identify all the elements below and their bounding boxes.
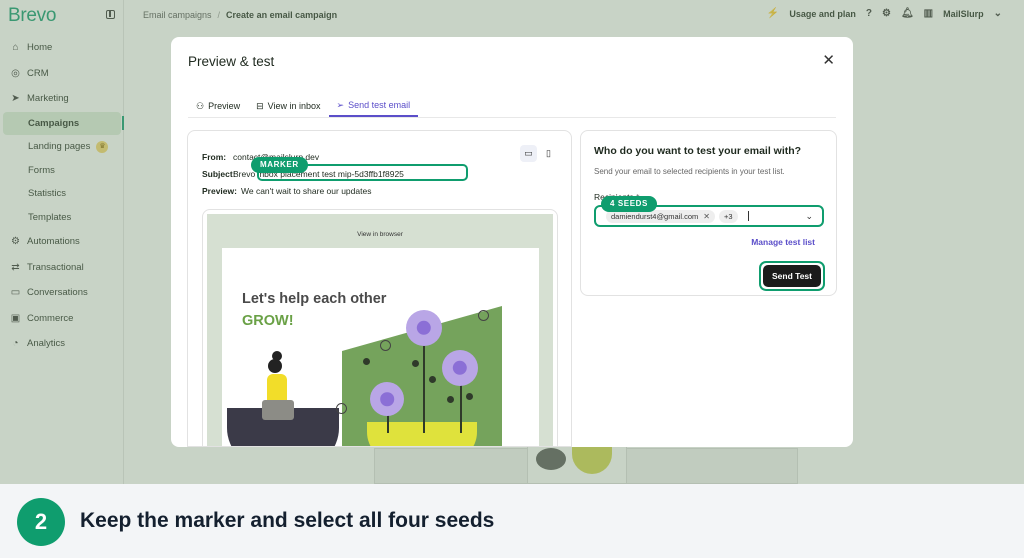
illustration-leaf [466,393,473,400]
email-preview-panel: From:contact@mailslurp.dev Subject:Brevo… [187,130,572,447]
illustration-ring [380,340,391,351]
tab-label: Preview [208,101,241,111]
tab-send-test-email[interactable]: ➢ Send test email [328,95,419,117]
chevron-down-icon[interactable]: ⌄ [805,211,813,222]
caption-text: Keep the marker and select all four seed… [80,509,495,532]
send-test-panel: Who do you want to test your email with?… [580,130,837,296]
illustration-flower [406,310,442,346]
illustration-ring [478,310,489,321]
text-caret [747,211,749,221]
preview-value: We can't wait to share our updates [241,186,372,196]
illustration-leaf [447,396,454,403]
illustration-stem [423,333,425,433]
instruction-caption: 2 Keep the marker and select all four se… [0,484,1024,558]
tab-label: View in inbox [267,101,321,111]
tabs-divider [188,117,836,118]
seeds-badge: 4 SEEDS [601,196,657,212]
email-headline: Let's help each other GROW! [242,288,386,332]
step-number: 2 [17,498,65,546]
illustration-flower [442,350,478,386]
email-body: Let's help each other GROW! [222,248,539,446]
send-test-button[interactable]: Send Test [763,265,821,287]
illustration-person [262,400,294,420]
send-test-title: Who do you want to test your email with? [594,145,802,157]
preview-test-modal: Preview & test ✕ ⚇ Preview ⊟ View in inbox… [171,37,853,447]
more-recipients-chip[interactable]: +3 [718,209,738,223]
illustration-leaf [429,376,436,383]
subject-label: Subject: [202,169,236,179]
illustration-flower [370,382,404,416]
marker-badge: MARKER [251,157,308,173]
preview-label: Preview: [202,186,237,196]
send-test-subtitle: Send your email to selected recipients i… [594,167,785,176]
mobile-icon[interactable]: ▯ [540,145,557,162]
email-render-frame: View in browser Let's help each other GR… [202,209,558,446]
recipient-chip-email: damiendurst4@gmail.com [611,211,699,221]
device-toggle: ▭ ▯ [520,145,557,162]
illustration-ring [336,403,347,414]
email-background: View in browser Let's help each other GR… [207,214,553,446]
illustration-leaf [363,358,370,365]
manage-test-list-link[interactable]: Manage test list [751,237,815,247]
illustration-person [268,359,282,373]
desktop-icon[interactable]: ▭ [520,145,537,162]
modal-tabs: ⚇ Preview ⊟ View in inbox ➢ Send test email [188,95,419,117]
send-test-highlight: Send Test [759,261,825,291]
illustration-leaf [412,360,419,367]
headline-line-2: GROW! [242,313,294,329]
modal-title: Preview & test [188,54,275,69]
remove-chip-icon[interactable]: ✕ [703,212,710,221]
from-label: From: [202,152,227,162]
headline-line-1: Let's help each other [242,291,387,307]
send-icon: ➢ [336,99,345,110]
tab-view-in-inbox[interactable]: ⊟ View in inbox [248,95,328,117]
view-in-browser-link[interactable]: View in browser [207,231,553,238]
close-icon[interactable]: ✕ [822,53,835,68]
tab-preview[interactable]: ⚇ Preview [188,95,248,117]
inbox-icon: ⊟ [256,100,264,111]
users-icon: ⚇ [196,100,205,111]
tab-label: Send test email [348,100,411,110]
